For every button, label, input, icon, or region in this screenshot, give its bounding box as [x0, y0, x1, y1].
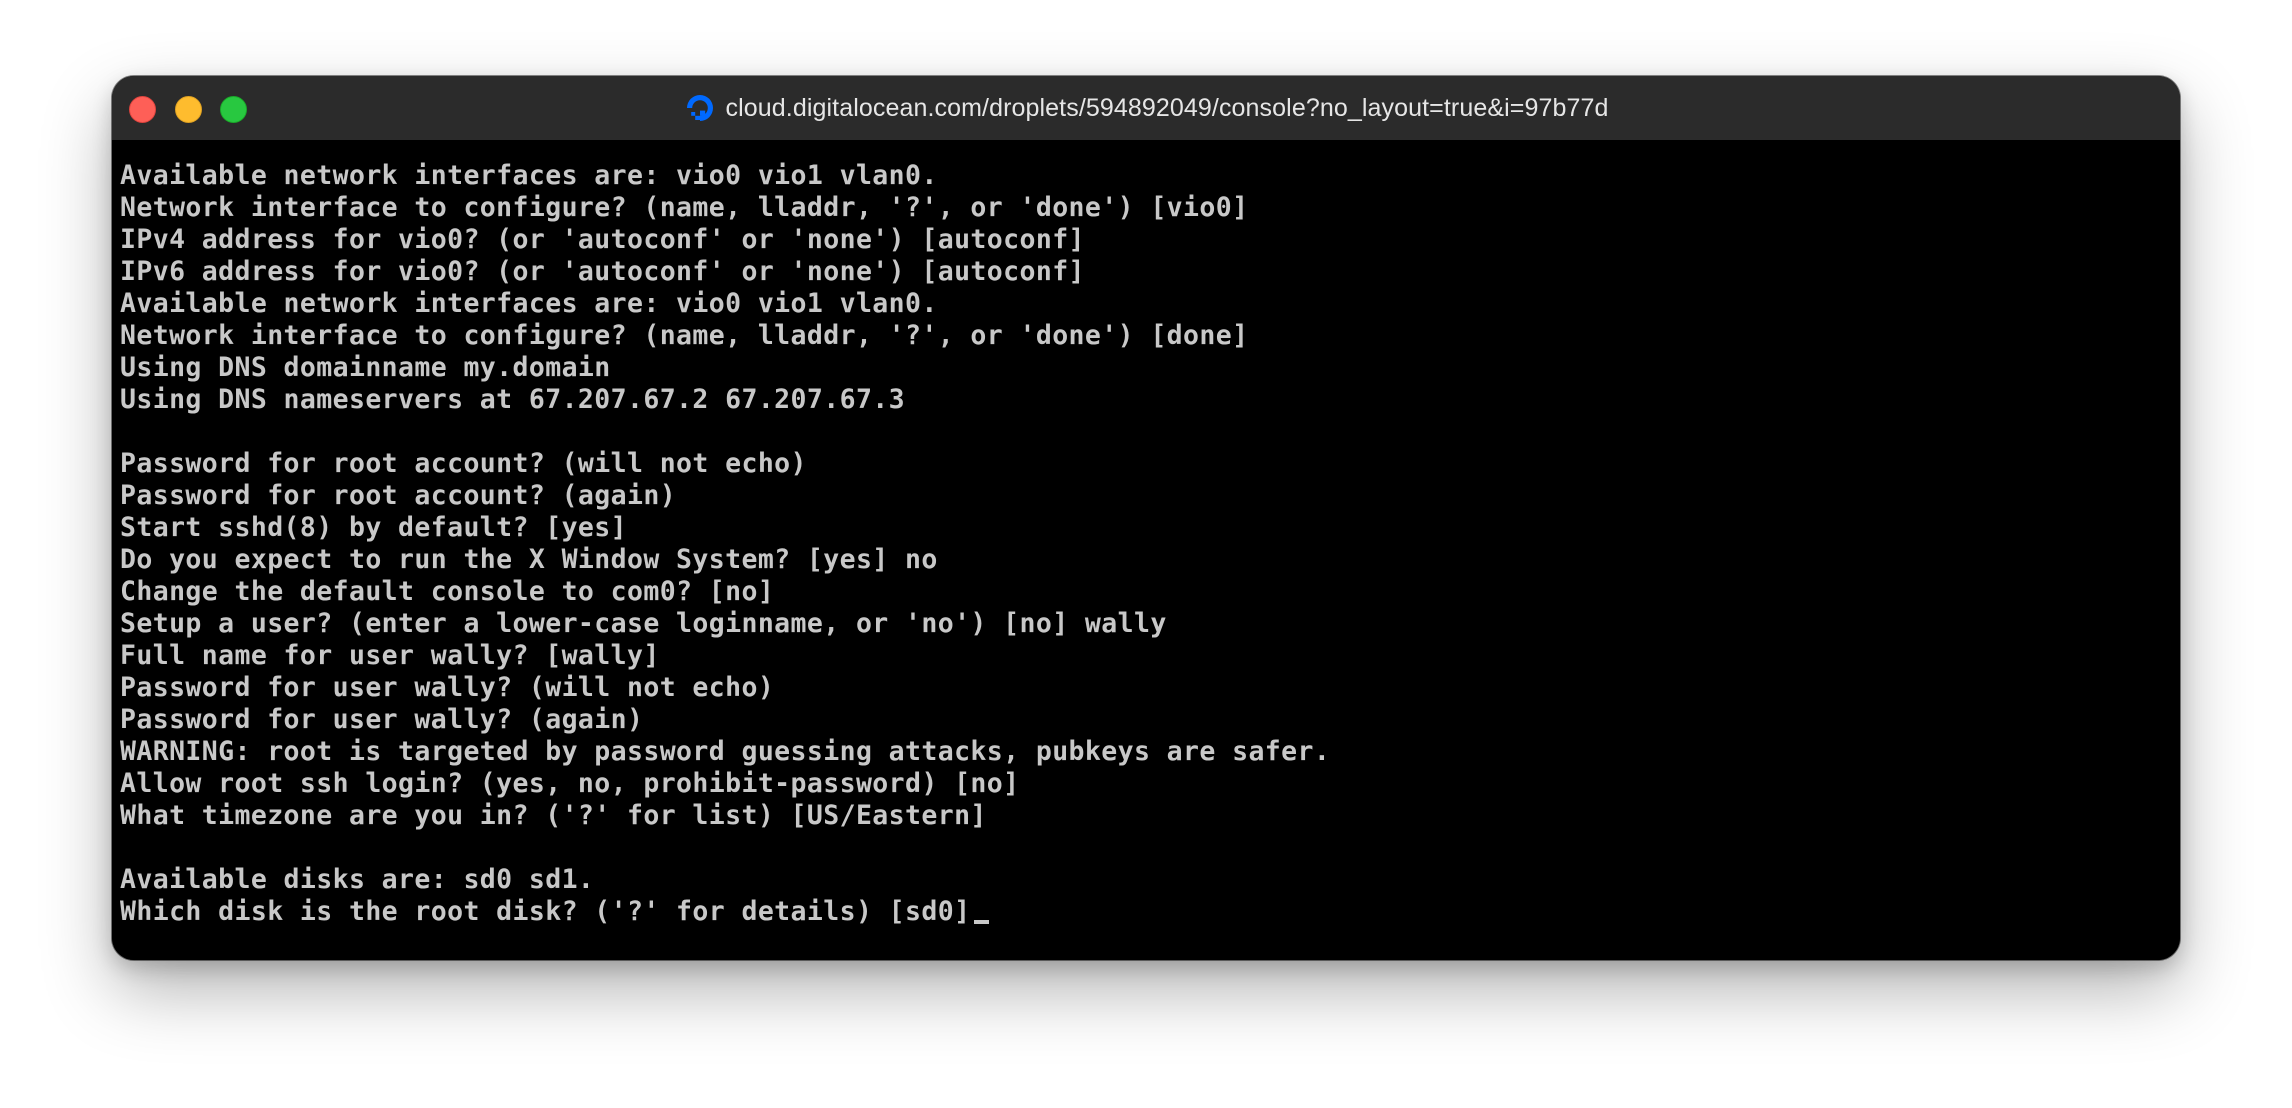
console-line: Start sshd(8) by default? [yes] [120, 512, 627, 543]
window-title-url: cloud.digitalocean.com/droplets/59489204… [725, 93, 1609, 122]
window-title: cloud.digitalocean.com/droplets/59489204… [112, 76, 2180, 140]
console-line: Full name for user wally? [wally] [120, 640, 660, 671]
console-line: Network interface to configure? (name, l… [120, 192, 1249, 223]
console-line: Do you expect to run the X Window System… [120, 544, 938, 575]
console-line: IPv4 address for vio0? (or 'autoconf' or… [120, 224, 1085, 255]
console-line: Available network interfaces are: vio0 v… [120, 160, 938, 191]
digitalocean-logo-icon [686, 95, 713, 121]
console-line: Using DNS nameservers at 67.207.67.2 67.… [120, 384, 906, 415]
console-line: Using DNS domainname my.domain [120, 352, 611, 383]
title-bar[interactable]: cloud.digitalocean.com/droplets/59489204… [112, 76, 2180, 141]
console-line: WARNING: root is targeted by password gu… [120, 736, 1331, 767]
console-line: What timezone are you in? ('?' for list)… [120, 800, 987, 831]
browser-window: cloud.digitalocean.com/droplets/59489204… [112, 76, 2180, 960]
console-line: Change the default console to com0? [no] [120, 576, 775, 607]
console-line: Password for root account? (again) [120, 480, 677, 511]
console-line: Available disks are: sd0 sd1. [120, 864, 595, 895]
console-line: Password for root account? (will not ech… [120, 448, 807, 479]
console-line: Password for user wally? (again) [120, 704, 644, 735]
console-line: Available network interfaces are: vio0 v… [120, 288, 938, 319]
console-line: Network interface to configure? (name, l… [120, 320, 1249, 351]
console-line: IPv6 address for vio0? (or 'autoconf' or… [120, 256, 1085, 287]
console-line: Allow root ssh login? (yes, no, prohibit… [120, 768, 1020, 799]
console-line: Setup a user? (enter a lower-case loginn… [120, 608, 1167, 639]
console-prompt-text: Which disk is the root disk? ('?' for de… [120, 896, 971, 927]
console-terminal[interactable]: Available network interfaces are: vio0 v… [112, 140, 2180, 960]
console-prompt-line[interactable]: Which disk is the root disk? ('?' for de… [120, 896, 2180, 928]
console-line: Password for user wally? (will not echo) [120, 672, 775, 703]
text-cursor [974, 920, 990, 924]
